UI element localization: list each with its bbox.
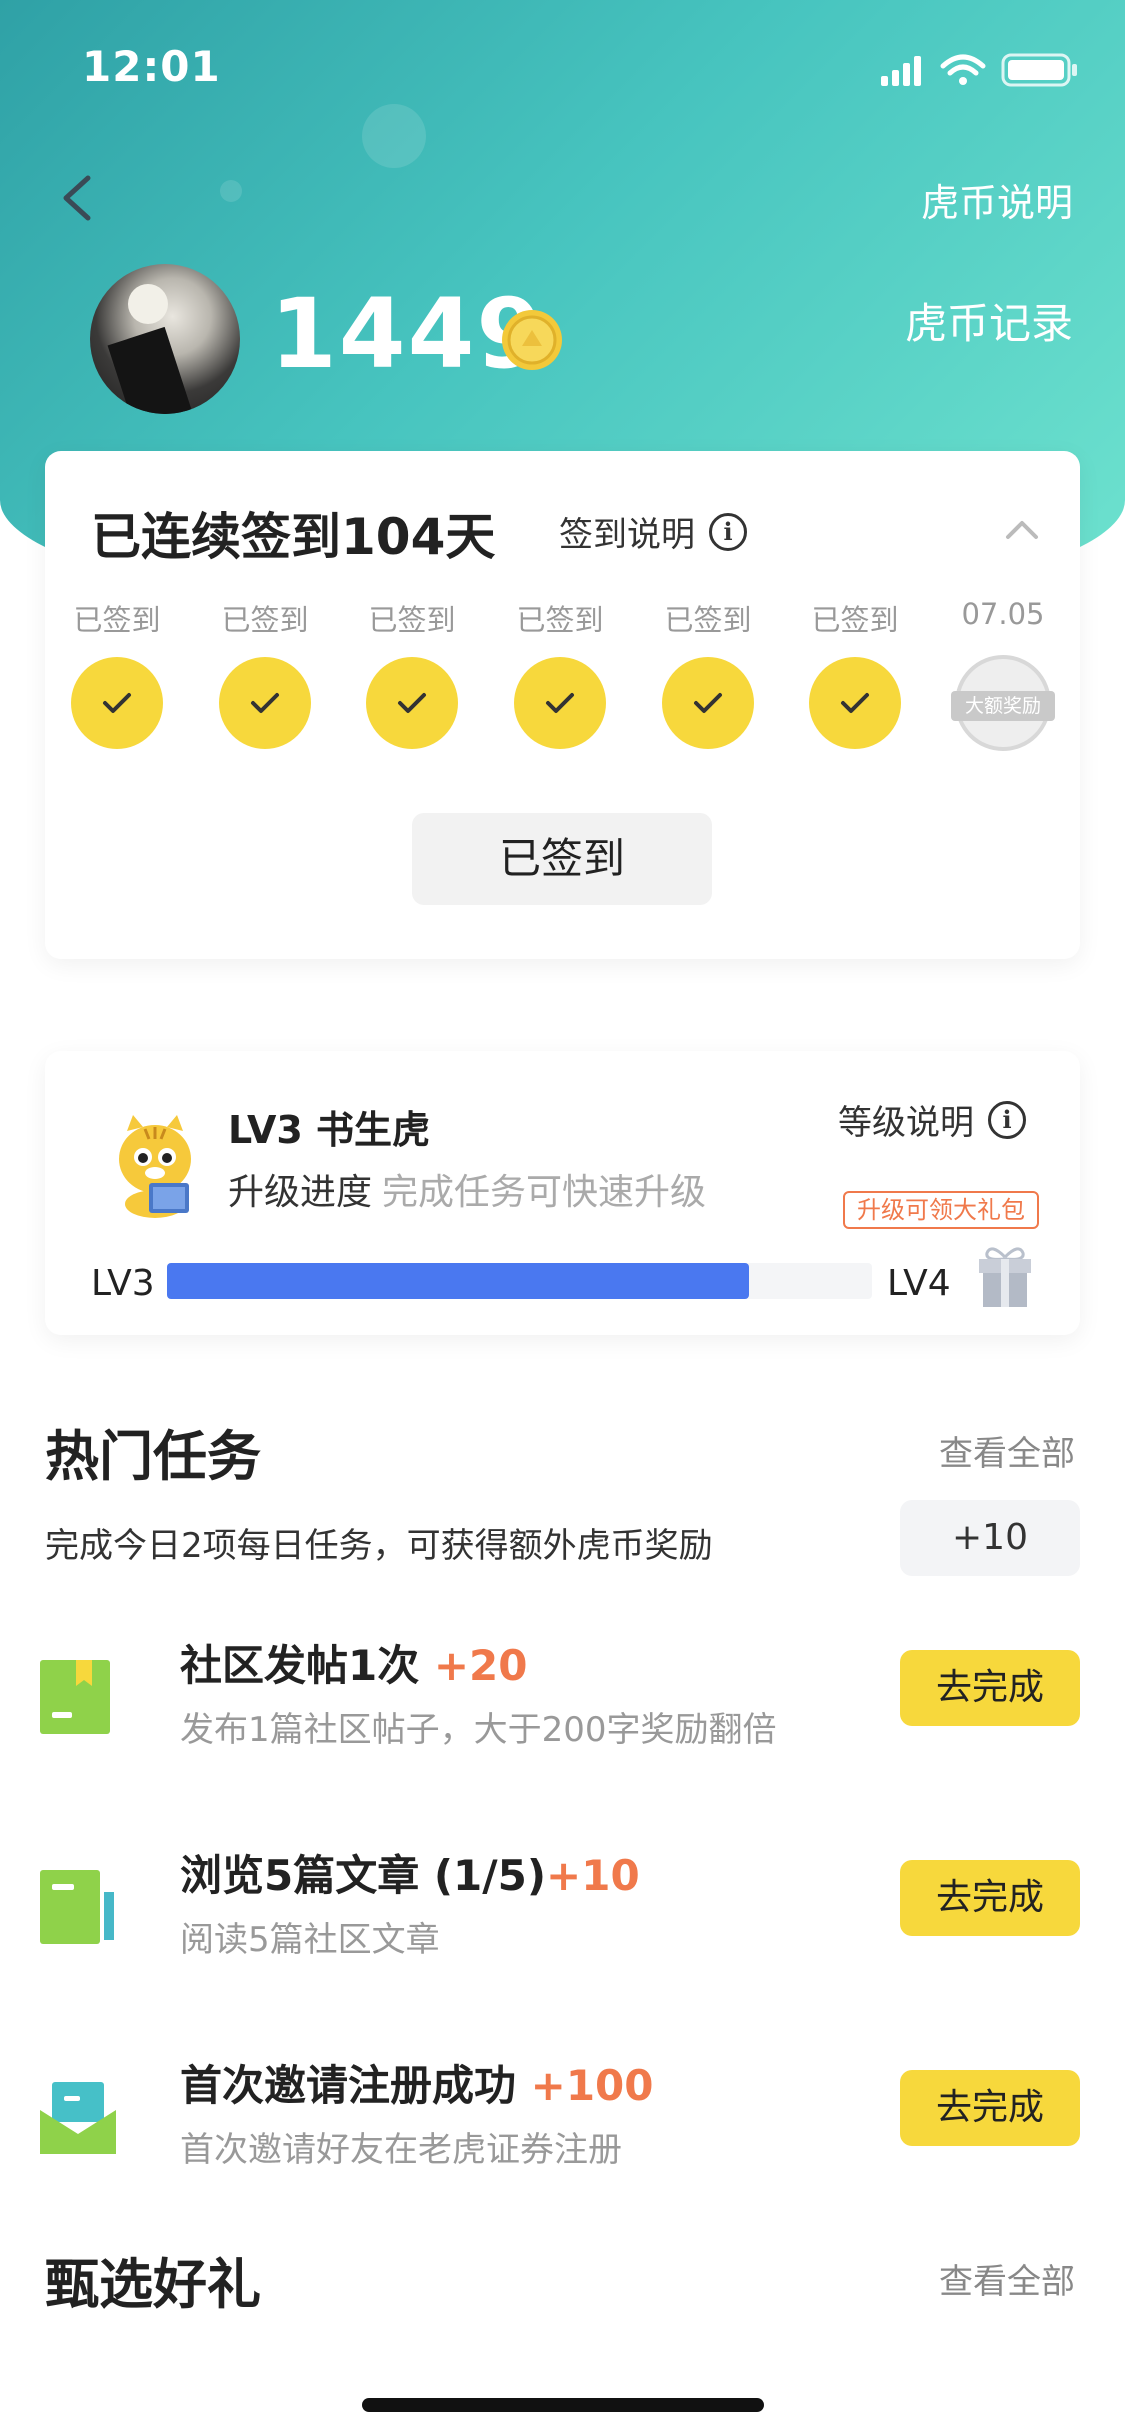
level-progress-fill bbox=[167, 1263, 749, 1299]
check-icon bbox=[514, 657, 606, 749]
level-help-label: 等级说明 bbox=[838, 1103, 974, 1143]
task-item: 浏览5篇文章 (1/5)+10 阅读5篇社区文章 去完成 bbox=[0, 1836, 1125, 1986]
task-desc: 阅读5篇社区文章 bbox=[180, 1920, 440, 1960]
check-icon bbox=[366, 657, 458, 749]
checkin-day-label: 已签到 bbox=[664, 603, 752, 637]
status-icons bbox=[881, 53, 1077, 87]
checkin-day: 已签到 bbox=[47, 597, 187, 749]
level-help[interactable]: 等级说明 i bbox=[838, 1095, 1026, 1144]
check-icon bbox=[662, 657, 754, 749]
home-indicator[interactable] bbox=[362, 2398, 764, 2412]
level-progress-bar bbox=[167, 1263, 872, 1299]
checkin-day-label: 已签到 bbox=[73, 603, 161, 637]
checkin-day: 已签到 bbox=[342, 597, 482, 749]
chevron-up-icon[interactable] bbox=[1004, 517, 1040, 541]
info-icon: i bbox=[709, 512, 747, 551]
task-name: 浏览5篇文章 (1/5)+10 bbox=[180, 1842, 640, 1903]
task-name: 社区发帖1次 +20 bbox=[180, 1632, 528, 1693]
level-progress-hint: 完成任务可快速升级 bbox=[382, 1172, 707, 1213]
coin-rules-link[interactable]: 虎币说明 bbox=[921, 172, 1073, 227]
task-reward: +20 bbox=[433, 1641, 528, 1690]
level-progress-label: 升级进度 bbox=[228, 1172, 373, 1213]
task-title: 首次邀请注册成功 bbox=[180, 2061, 517, 2110]
task-reward: +10 bbox=[546, 1851, 640, 1900]
level-progress-text: 升级进度 完成任务可快速升级 bbox=[228, 1163, 706, 1215]
decor-bubble bbox=[220, 180, 242, 202]
checkin-day: 已签到 bbox=[195, 597, 335, 749]
hot-tasks-title: 热门任务 bbox=[45, 1425, 261, 1488]
post-icon bbox=[40, 1660, 110, 1734]
check-icon bbox=[219, 657, 311, 749]
avatar[interactable] bbox=[90, 264, 240, 414]
tiger-mascot-icon bbox=[119, 1115, 191, 1218]
checkin-day-label: 已签到 bbox=[221, 603, 309, 637]
checkin-card: 已连续签到104天 签到说明 i 已签到 已签到 已签到 已签到 已签到 已签到… bbox=[45, 451, 1080, 959]
article-icon bbox=[40, 1870, 114, 1944]
task-desc: 发布1篇社区帖子，大于200字奖励翻倍 bbox=[180, 1710, 777, 1750]
task-go-button[interactable]: 去完成 bbox=[900, 2070, 1080, 2146]
task-reward: +100 bbox=[530, 2061, 654, 2110]
check-icon bbox=[71, 657, 163, 749]
daily-bonus-value: +10 bbox=[900, 1500, 1080, 1576]
task-item: 社区发帖1次 +20 发布1篇社区帖子，大于200字奖励翻倍 去完成 bbox=[0, 1626, 1125, 1776]
info-icon: i bbox=[988, 1100, 1026, 1139]
gift-tip: 升级可领大礼包 bbox=[843, 1191, 1039, 1229]
checkin-help-label: 签到说明 bbox=[559, 515, 695, 555]
task-name: 首次邀请注册成功 +100 bbox=[180, 2052, 654, 2113]
avatar-flower bbox=[128, 284, 168, 324]
task-title: 社区发帖1次 bbox=[180, 1641, 420, 1690]
task-title: 浏览5篇文章 (1/5) bbox=[180, 1851, 547, 1900]
coin-records-link[interactable]: 虎币记录 bbox=[905, 290, 1073, 351]
task-go-button[interactable]: 去完成 bbox=[900, 1650, 1080, 1726]
level-from: LV3 bbox=[91, 1263, 155, 1304]
hot-tasks-view-all[interactable]: 查看全部 bbox=[939, 1426, 1075, 1475]
back-arrow-icon[interactable] bbox=[52, 168, 102, 228]
task-go-button[interactable]: 去完成 bbox=[900, 1860, 1080, 1936]
checkin-day-label: 07.05 bbox=[961, 597, 1045, 631]
checkin-day: 已签到 bbox=[785, 597, 925, 749]
level-card: LV3 书生虎 升级进度 完成任务可快速升级 等级说明 i LV3 LV4 升级可… bbox=[45, 1051, 1080, 1335]
status-time: 12:01 bbox=[82, 42, 221, 91]
coin-icon bbox=[502, 310, 562, 370]
invite-envelope-icon bbox=[40, 2082, 116, 2154]
checkin-day-label: 已签到 bbox=[516, 603, 604, 637]
task-desc: 首次邀请好友在老虎证券注册 bbox=[180, 2130, 622, 2170]
reward-badge-label: 大额奖励 bbox=[951, 691, 1055, 721]
checkin-day-label: 已签到 bbox=[811, 603, 899, 637]
task-item: 首次邀请注册成功 +100 首次邀请好友在老虎证券注册 去完成 bbox=[0, 2046, 1125, 2196]
gift-icon[interactable] bbox=[975, 1243, 1035, 1309]
checkin-day: 已签到 bbox=[490, 597, 630, 749]
check-icon bbox=[809, 657, 901, 749]
signal-icon bbox=[881, 56, 921, 86]
decor-bubble bbox=[362, 104, 426, 168]
checkin-title: 已连续签到104天 bbox=[91, 508, 496, 566]
gifts-title: 甄选好礼 bbox=[45, 2253, 261, 2316]
reward-badge-icon: 大额奖励 bbox=[951, 655, 1055, 751]
level-to: LV4 bbox=[887, 1263, 951, 1304]
checkin-help[interactable]: 签到说明 i bbox=[559, 507, 747, 556]
daily-bonus-text: 完成今日2项每日任务，可获得额外虎币奖励 bbox=[45, 1526, 713, 1566]
checkin-day-label: 已签到 bbox=[368, 603, 456, 637]
checkin-button[interactable]: 已签到 bbox=[412, 813, 712, 905]
battery-icon bbox=[1001, 53, 1077, 87]
checkin-day: 已签到 bbox=[638, 597, 778, 749]
wifi-icon bbox=[940, 54, 986, 76]
gifts-view-all[interactable]: 查看全部 bbox=[939, 2254, 1075, 2303]
checkin-day-reward: 07.05 大额奖励 bbox=[933, 597, 1073, 751]
level-title: LV3 书生虎 bbox=[228, 1108, 431, 1152]
